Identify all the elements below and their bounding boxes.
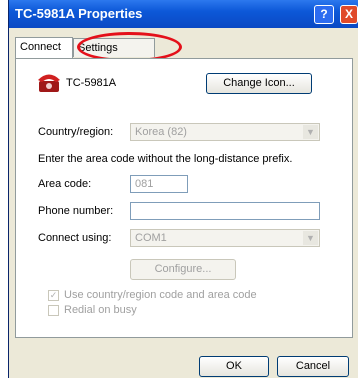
cancel-button[interactable]: Cancel [277,356,349,377]
tab-settings[interactable]: Settings [73,38,155,57]
country-label: Country/region: [38,126,114,138]
modem-phone-icon [36,71,62,96]
connect-using-label: Connect using: [38,232,112,244]
title-bar[interactable]: TC-5981A Properties ? X [9,0,358,28]
properties-dialog: TC-5981A Properties ? X Connect to Setti… [8,0,358,378]
redial-label: Redial on busy [64,304,137,316]
connect-using-select[interactable]: COM1 ▼ [130,229,320,247]
close-button[interactable]: X [340,5,358,24]
area-code-hint: Enter the area code without the long-dis… [38,153,293,165]
chevron-down-icon: ▼ [303,231,318,245]
country-select[interactable]: Korea (82) ▼ [130,123,320,141]
use-country-code-label: Use country/region code and area code [64,289,257,301]
tab-connect-to[interactable]: Connect to [15,37,73,72]
ok-button[interactable]: OK [199,356,269,377]
help-button[interactable]: ? [314,5,334,24]
connect-using-value: COM1 [135,232,167,244]
phone-label: Phone number: [38,205,114,217]
window-title: TC-5981A Properties [15,6,143,21]
area-code-label: Area code: [38,178,92,190]
configure-button[interactable]: Configure... [130,259,236,280]
redial-checkbox[interactable] [48,305,59,316]
area-code-input[interactable]: 081 [130,175,188,193]
phone-input[interactable] [130,202,320,220]
country-value: Korea (82) [135,126,187,138]
use-country-code-checkbox[interactable]: ✓ [48,290,59,301]
chevron-down-icon: ▼ [303,125,318,139]
device-name: TC-5981A [66,77,117,89]
connect-to-panel: TC-5981A Change Icon... Country/region: … [15,58,353,338]
change-icon-button[interactable]: Change Icon... [206,73,312,94]
